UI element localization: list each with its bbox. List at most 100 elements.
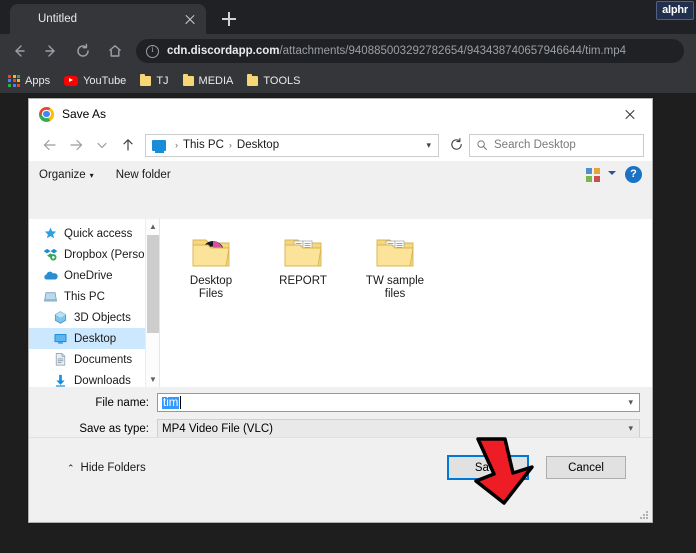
- bookmark-label: TJ: [156, 75, 168, 87]
- sidebar-item-quick-access[interactable]: Quick access: [29, 223, 159, 244]
- 3d-objects-icon: [53, 310, 68, 325]
- sidebar-item-dropbox[interactable]: Dropbox (Persona: [29, 244, 159, 265]
- chevron-down-icon: ▾: [90, 171, 94, 180]
- bookmark-tools[interactable]: TOOLS: [247, 75, 300, 87]
- bookmark-label: MEDIA: [199, 75, 234, 87]
- bookmarks-bar: Apps YouTube TJ MEDIA TOOLS: [0, 68, 696, 93]
- info-circle-icon[interactable]: [146, 45, 159, 58]
- chevron-down-icon[interactable]: ▾: [628, 397, 633, 408]
- breadcrumb-part-this-pc[interactable]: This PC: [183, 139, 224, 151]
- save-as-type-value: MP4 Video File (VLC): [162, 423, 273, 435]
- navigation-pane: Quick access Dropbox (Persona: [29, 219, 159, 387]
- navigation-pane-scrollbar[interactable]: ▲ ▼: [145, 219, 159, 387]
- forward-arrow-icon[interactable]: [38, 38, 64, 64]
- folder-documents-icon: [281, 233, 325, 271]
- resize-grip-icon[interactable]: [640, 511, 649, 520]
- file-name-value: tim: [162, 397, 179, 409]
- organize-label: Organize: [39, 169, 86, 181]
- help-icon[interactable]: ?: [625, 166, 642, 183]
- close-icon[interactable]: [180, 9, 200, 29]
- list-item-label: REPORT: [270, 275, 336, 288]
- dialog-body: Quick access Dropbox (Persona: [29, 219, 652, 387]
- dialog-forward-icon[interactable]: [63, 133, 89, 157]
- up-one-level-icon[interactable]: [115, 133, 141, 157]
- dialog-title: Save As: [62, 107, 106, 121]
- bookmark-label: YouTube: [83, 75, 126, 87]
- new-folder-button[interactable]: New folder: [116, 169, 171, 181]
- save-as-type-label: Save as type:: [29, 423, 157, 435]
- browser-tab[interactable]: Untitled: [10, 4, 206, 34]
- chevron-up-icon[interactable]: ▲: [146, 219, 159, 234]
- sidebar-item-3d-objects[interactable]: 3D Objects: [29, 307, 159, 328]
- sidebar-item-label: Desktop: [74, 333, 116, 345]
- list-item[interactable]: REPORT: [270, 233, 336, 288]
- bookmark-label: Apps: [25, 75, 50, 87]
- organize-button[interactable]: Organize ▾: [39, 169, 94, 181]
- red-down-arrow-annotation: [456, 437, 548, 505]
- cancel-button[interactable]: Cancel: [546, 456, 626, 479]
- dialog-title-bar: Save As: [29, 99, 652, 129]
- sidebar-item-documents[interactable]: Documents: [29, 349, 159, 370]
- list-item[interactable]: TW sample files: [362, 233, 428, 301]
- sidebar-item-label: Dropbox (Persona: [64, 249, 157, 261]
- sidebar-item-desktop[interactable]: Desktop: [29, 328, 159, 349]
- chevron-down-icon[interactable]: ▾: [426, 140, 431, 151]
- youtube-icon: [64, 76, 78, 86]
- documents-icon: [53, 352, 68, 367]
- sidebar-item-label: OneDrive: [64, 270, 113, 282]
- tab-strip: Untitled alphr: [0, 0, 696, 34]
- apps-grid-icon: [8, 75, 20, 87]
- reload-icon[interactable]: [70, 38, 96, 64]
- view-layout-icon[interactable]: [586, 168, 600, 182]
- browser-toolbar: cdn.discordapp.com/attachments/940885003…: [0, 34, 696, 68]
- new-tab-button[interactable]: [218, 8, 240, 30]
- chevron-down-icon[interactable]: ▼: [146, 372, 159, 387]
- downloads-icon: [53, 373, 68, 387]
- sidebar-item-label: Quick access: [64, 228, 132, 240]
- breadcrumb-separator: ›: [175, 140, 178, 150]
- list-item-label: TW sample files: [362, 275, 428, 301]
- back-arrow-icon[interactable]: [6, 38, 32, 64]
- url-host: cdn.discordapp.com: [167, 45, 279, 57]
- url-text: cdn.discordapp.com/attachments/940885003…: [167, 45, 626, 57]
- breadcrumb-part-desktop[interactable]: Desktop: [237, 139, 279, 151]
- save-as-type-select[interactable]: MP4 Video File (VLC) ▾: [157, 419, 640, 438]
- sidebar-item-onedrive[interactable]: OneDrive: [29, 265, 159, 286]
- sidebar-item-label: This PC: [64, 291, 105, 303]
- star-pin-icon: [43, 226, 58, 241]
- file-list-pane[interactable]: Desktop Files: [159, 219, 652, 387]
- onedrive-icon: [43, 268, 58, 283]
- sidebar-item-label: Downloads: [74, 375, 131, 387]
- file-name-row: File name: tim ▾: [29, 393, 652, 412]
- folder-icon: [183, 76, 194, 86]
- dialog-fields: File name: tim ▾ Save as type: MP4 Video…: [29, 387, 652, 439]
- dropbox-icon: [43, 247, 58, 262]
- breadcrumb[interactable]: › This PC › Desktop ▾: [145, 134, 439, 157]
- home-icon[interactable]: [102, 38, 128, 64]
- bookmark-youtube[interactable]: YouTube: [64, 75, 126, 87]
- bookmark-apps[interactable]: Apps: [8, 75, 50, 87]
- dialog-back-icon[interactable]: [37, 133, 63, 157]
- folder-media-icon: [189, 233, 233, 271]
- refresh-icon[interactable]: [443, 133, 469, 157]
- scrollbar-thumb[interactable]: [147, 235, 159, 333]
- chevron-down-icon[interactable]: ▾: [628, 423, 633, 434]
- chevron-down-icon[interactable]: [608, 171, 616, 175]
- sidebar-item-this-pc[interactable]: This PC: [29, 286, 159, 307]
- save-as-dialog: Save As ›: [28, 98, 653, 523]
- list-item-label: Desktop Files: [178, 275, 244, 301]
- address-bar[interactable]: cdn.discordapp.com/attachments/940885003…: [136, 39, 684, 63]
- sidebar-item-label: Documents: [74, 354, 132, 366]
- search-input[interactable]: Search Desktop: [469, 134, 644, 157]
- list-item[interactable]: Desktop Files: [178, 233, 244, 301]
- file-name-input[interactable]: tim ▾: [157, 393, 640, 412]
- sidebar-item-downloads[interactable]: Downloads: [29, 370, 159, 387]
- close-icon[interactable]: [608, 99, 652, 129]
- search-icon: [476, 139, 488, 151]
- recent-locations-icon[interactable]: [89, 133, 115, 157]
- hide-folders-button[interactable]: ⌃Hide Folders: [67, 462, 146, 474]
- bookmark-tj[interactable]: TJ: [140, 75, 168, 87]
- bookmark-media[interactable]: MEDIA: [183, 75, 234, 87]
- sidebar-item-label: 3D Objects: [74, 312, 131, 324]
- text-caret: [180, 396, 181, 409]
